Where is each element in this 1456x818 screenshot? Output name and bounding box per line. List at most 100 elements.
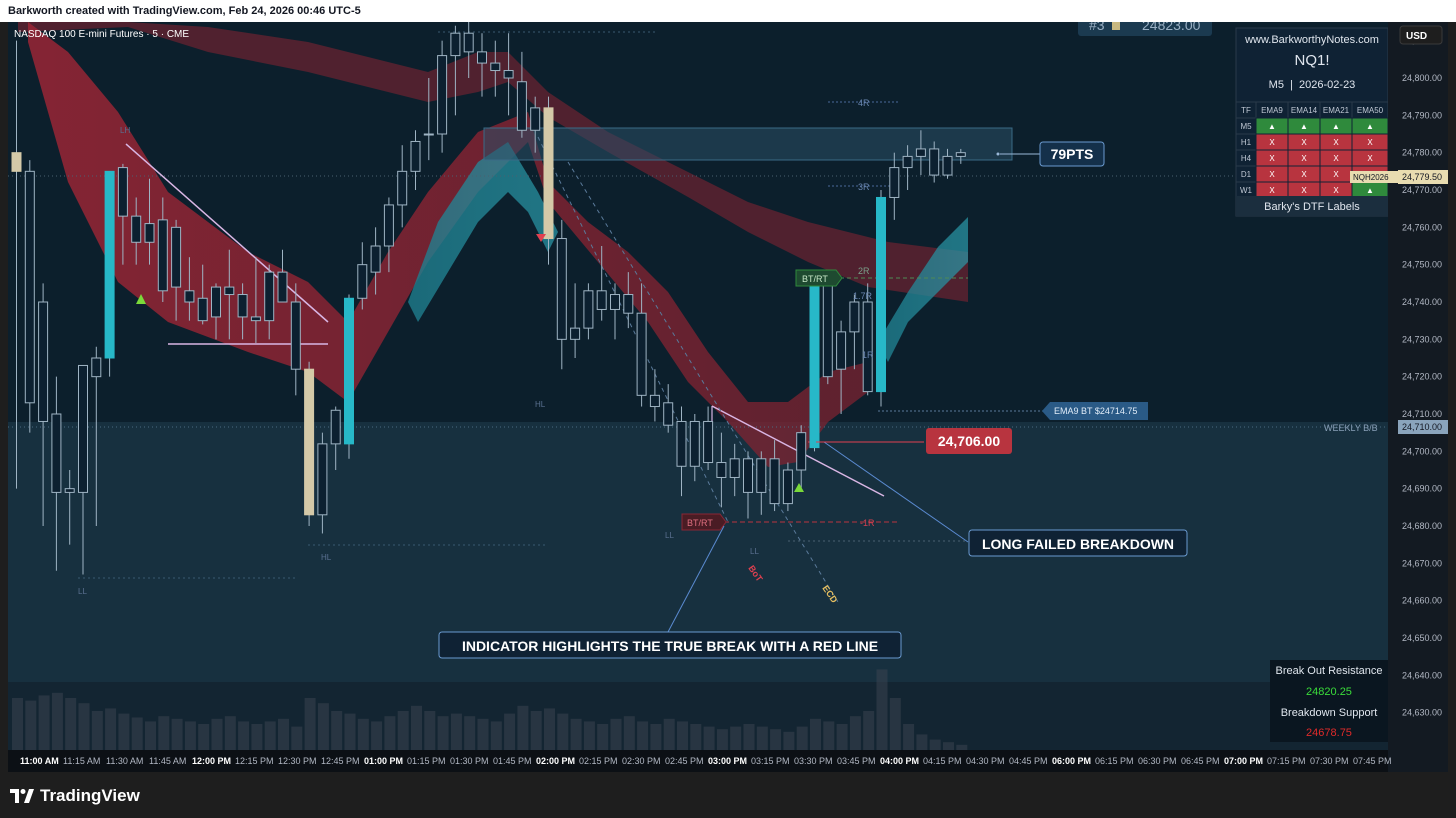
- volume-bar: [304, 698, 316, 750]
- price-tick-label: 24,720.00: [1402, 372, 1442, 382]
- table-header-label: EMA21: [1323, 106, 1350, 115]
- candle-body: [344, 297, 354, 445]
- candle-body: [370, 245, 381, 273]
- tradingview-logo[interactable]: TradingView: [10, 786, 140, 806]
- volume-bar: [530, 711, 542, 750]
- volume-bar: [490, 721, 502, 750]
- table-header-label: EMA14: [1291, 106, 1318, 115]
- candle-body: [477, 51, 487, 64]
- time-tick-label: 07:30 PM: [1310, 756, 1349, 766]
- candle-body: [317, 443, 328, 516]
- candle-body: [383, 204, 394, 247]
- candle-body: [304, 368, 315, 516]
- candle-body: [782, 469, 793, 505]
- candle-body: [423, 133, 434, 136]
- volume-bar: [517, 705, 529, 750]
- volume-bar: [12, 698, 23, 750]
- candle: [304, 361, 315, 526]
- volume-bar: [397, 711, 409, 750]
- volume-bar: [663, 718, 675, 750]
- candle-body: [290, 301, 301, 370]
- candle-body: [915, 148, 926, 157]
- time-tick-label: 02:00 PM: [536, 756, 575, 766]
- candle: [344, 294, 354, 459]
- candle: [822, 272, 833, 385]
- chart-frame[interactable]: 5R 4R 3R 2R 1.7R 1R -1R LH HL HL LL LL L…: [8, 14, 1448, 772]
- info-ticker: NQ1!: [1294, 52, 1329, 69]
- table-status-label: X: [1269, 138, 1275, 147]
- nq-symbol-tag: NQH2026: [1350, 171, 1398, 183]
- svg-text:#3: #3: [1089, 22, 1105, 33]
- time-tick-label: 03:00 PM: [708, 756, 747, 766]
- time-tick-label: 11:15 AM: [63, 756, 100, 766]
- svg-text:79PTS: 79PTS: [1051, 146, 1094, 162]
- time-tick-label: 07:00 PM: [1224, 756, 1263, 766]
- ema-info-panel: www.BarkworthyNotes.com NQ1! M5 | 2026-0…: [1235, 27, 1389, 217]
- candle-body: [397, 170, 408, 206]
- price-tick-label: 24,660.00: [1402, 596, 1442, 606]
- volume-bar: [131, 717, 143, 750]
- indicator-note-callout: INDICATOR HIGHLIGHTS THE TRUE BREAK WITH…: [438, 631, 902, 659]
- candle-body: [157, 219, 168, 292]
- table-status-label: X: [1301, 170, 1307, 179]
- info-site: www.BarkworthyNotes.com: [1244, 34, 1379, 46]
- volume-bar: [38, 695, 50, 750]
- volume-bar: [171, 718, 183, 750]
- volume-bar: [703, 726, 715, 750]
- candle-body: [104, 170, 115, 359]
- time-tick-label: 12:45 PM: [321, 756, 360, 766]
- price-axis[interactable]: [1388, 22, 1448, 772]
- volume-bar: [863, 711, 875, 750]
- volume-bar: [118, 713, 130, 750]
- price-chart[interactable]: 5R 4R 3R 2R 1.7R 1R -1R LH HL HL LL LL L…: [8, 14, 1448, 772]
- price-tick-label: 24,670.00: [1402, 558, 1442, 568]
- points-annotation: 79PTS: [1039, 141, 1105, 167]
- svg-text:BT/RT: BT/RT: [802, 274, 828, 284]
- candle-body: [876, 196, 886, 393]
- price-tick-label: 24,790.00: [1402, 110, 1442, 120]
- time-tick-label: 12:30 PM: [278, 756, 317, 766]
- price-tick-label: 24,730.00: [1402, 334, 1442, 344]
- volume-bar: [876, 669, 888, 750]
- usd-button[interactable]: USD: [1399, 25, 1443, 45]
- table-status-label: X: [1301, 186, 1307, 195]
- r-label-4r: 4R: [858, 98, 870, 108]
- candle-body: [703, 420, 714, 464]
- table-status-label: X: [1367, 138, 1373, 147]
- symbol-title: NASDAQ 100 E-mini Futures · 5 · CME: [14, 29, 189, 40]
- candle-body: [676, 420, 687, 467]
- volume-bar: [317, 703, 329, 750]
- table-header-label: EMA50: [1357, 106, 1384, 115]
- price-tick-label: 24,740.00: [1402, 297, 1442, 307]
- support-label: Breakdown Support: [1281, 707, 1378, 719]
- candle-body: [211, 286, 221, 318]
- volume-bar: [504, 713, 516, 750]
- r-label-3r: 3R: [858, 182, 870, 192]
- volume-bar: [51, 692, 63, 750]
- time-tick-label: 04:15 PM: [923, 756, 962, 766]
- candle-body: [264, 271, 275, 322]
- time-tick-label: 01:15 PM: [407, 756, 446, 766]
- volume-bar: [783, 731, 795, 750]
- volume-bar: [278, 718, 289, 750]
- volume-bar: [943, 742, 954, 750]
- candle-body: [463, 32, 474, 53]
- table-tf-label: D1: [1241, 170, 1252, 179]
- table-status-label: ▲: [1268, 122, 1276, 131]
- volume-bar: [716, 729, 728, 750]
- time-tick-label: 06:15 PM: [1095, 756, 1134, 766]
- time-tick-label: 12:00 PM: [192, 756, 231, 766]
- candle-body: [836, 331, 847, 370]
- svg-text:24823.00: 24823.00: [1142, 22, 1201, 33]
- volume-bar: [810, 718, 821, 750]
- candle-body: [237, 294, 248, 318]
- candle-body: [596, 290, 607, 310]
- btrt-green-label: BT/RT: [795, 269, 843, 287]
- svg-text:BT/RT: BT/RT: [687, 518, 713, 528]
- table-status-label: ▲: [1300, 122, 1308, 131]
- r-label-1r: 1R: [862, 350, 874, 360]
- swing-label-lh: LH: [120, 126, 130, 135]
- attribution-text: Barkworth created with TradingView.com, …: [8, 5, 361, 17]
- volume-bar: [903, 724, 915, 750]
- time-tick-label: 02:15 PM: [579, 756, 618, 766]
